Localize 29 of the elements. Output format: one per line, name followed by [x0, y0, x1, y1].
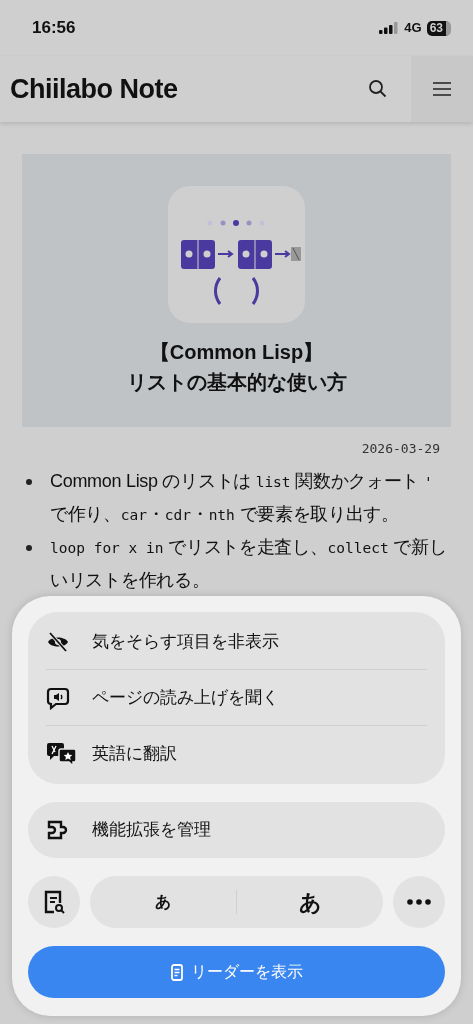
post-date: 2026-03-29	[361, 440, 440, 458]
menu-button[interactable]	[411, 56, 473, 122]
extensions-button[interactable]: 機能拡張を管理	[28, 802, 445, 858]
signal-icon	[379, 22, 400, 34]
network-label: 4G	[404, 19, 422, 38]
menu-item[interactable]: 気をそらす項目を非表示	[46, 614, 427, 670]
search-icon	[368, 79, 388, 99]
document-icon	[170, 963, 183, 981]
menu-icon	[433, 82, 451, 96]
bullet-text: loop for x in でリストを走査し、collect で新しいリストを作れる。	[50, 535, 448, 592]
puzzle-piece-icon	[46, 820, 70, 840]
decrease-text-size-button[interactable]: あ	[90, 876, 236, 928]
find-on-page-button[interactable]	[28, 876, 80, 928]
menu-item[interactable]: ページの読み上げを聞く	[46, 670, 427, 726]
increase-text-size-button[interactable]: あ	[237, 876, 383, 928]
status-time: 16:56	[32, 17, 76, 40]
hero-title: 【Common Lisp】	[149, 340, 324, 365]
more-button[interactable]	[393, 876, 445, 928]
eye-slash-icon	[46, 630, 70, 653]
translate-bubbles-icon	[46, 741, 78, 767]
document-search-icon	[43, 889, 65, 915]
show-reader-button[interactable]: リーダーを表示	[28, 946, 445, 998]
more-icon	[407, 899, 431, 905]
site-title[interactable]: Chiilabo Note	[10, 68, 178, 110]
menu-item[interactable]: 英語に翻訳	[46, 726, 427, 782]
battery-indicator: 63	[426, 20, 451, 36]
bullet-text: Common Lisp のリストは list 関数かクォート ' で作り、car・cdr・nth で要素を取り出す。	[50, 469, 434, 526]
speech-bubble-speaker-icon	[46, 685, 70, 710]
hero-title: リストの基本的な使い方	[126, 370, 347, 395]
